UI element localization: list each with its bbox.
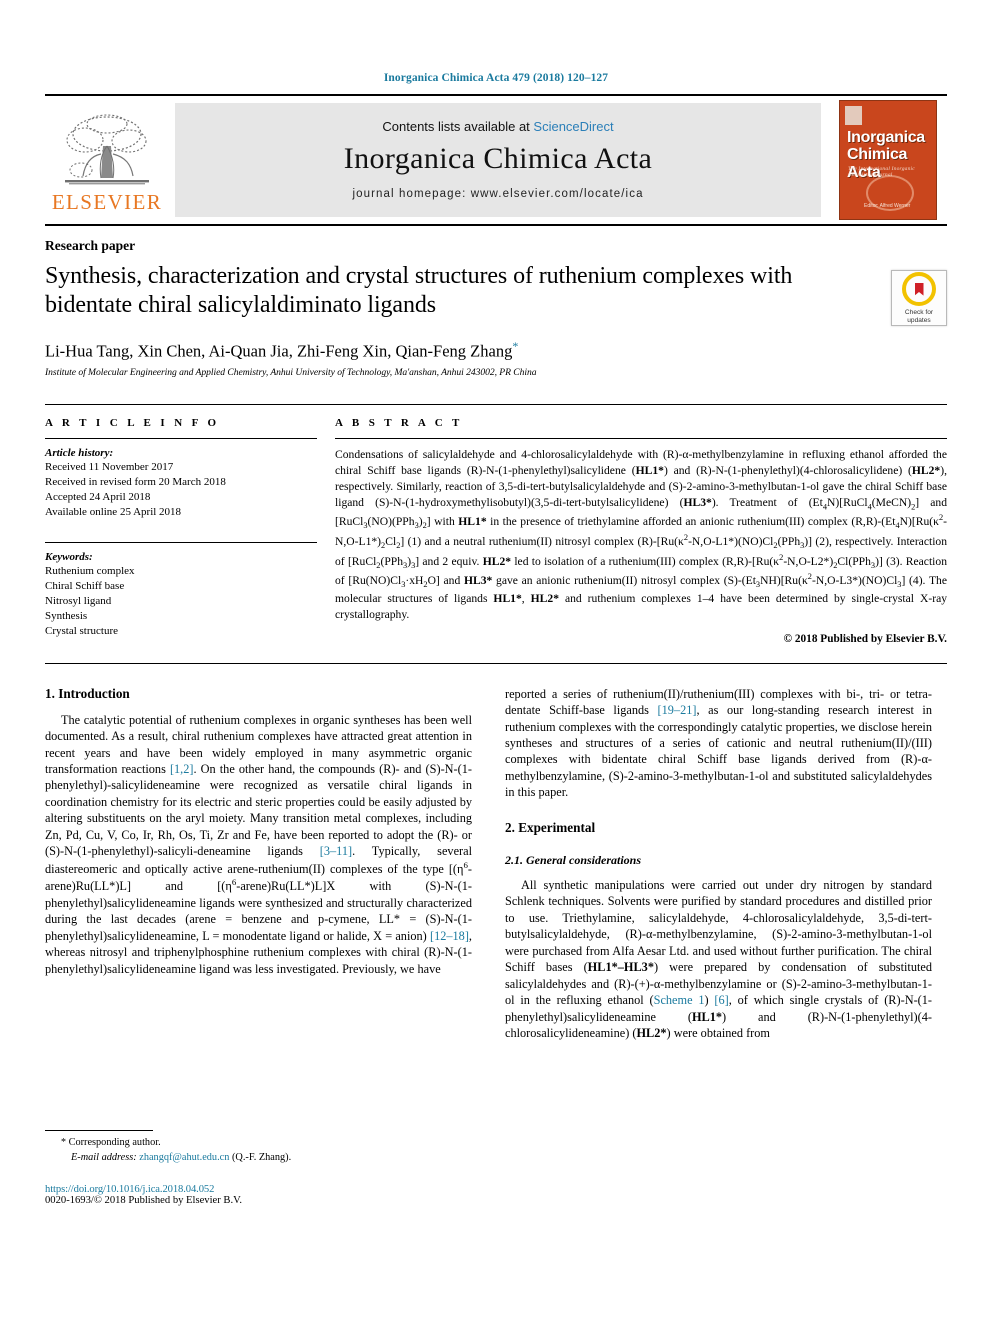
author-list: Li-Hua Tang, Xin Chen, Ai-Quan Jia, Zhi-…	[45, 339, 877, 362]
corresponding-author-note: * Corresponding author.	[45, 1136, 472, 1151]
cover-title-line1: Inorganica	[847, 129, 925, 146]
journal-homepage-link[interactable]: journal homepage: www.elsevier.com/locat…	[352, 188, 643, 200]
corresponding-author-label: Corresponding author.	[68, 1137, 161, 1149]
contents-available-line: Contents lists available at ScienceDirec…	[382, 119, 613, 134]
journal-masthead: ELSEVIER Contents lists available at Sci…	[45, 94, 947, 226]
abstract-heading: A B S T R A C T	[335, 417, 463, 430]
journal-cover-block: Inorganica Chimica Acta The Internationa…	[829, 96, 947, 224]
article-page: Inorganica Chimica Acta 479 (2018) 120–1…	[0, 0, 992, 1323]
publisher-logo-block: ELSEVIER	[45, 96, 169, 224]
contents-prefix: Contents lists available at	[382, 118, 534, 134]
body-column-right: reported a series of ruthenium(II)/ruthe…	[505, 686, 932, 1206]
page-title: Synthesis, characterization and crystal …	[45, 263, 793, 319]
keyword-item: Synthesis	[45, 609, 88, 622]
crossmark-badge[interactable]: Check for updates	[891, 270, 947, 326]
cover-footer-text: Editor: Alfred Werner	[864, 203, 911, 209]
crossmark-label: Check for updates	[905, 309, 933, 324]
abstract-divider	[335, 438, 947, 440]
history-item: Received 11 November 2017	[45, 461, 174, 474]
keywords-divider	[45, 541, 317, 543]
article-info-column: A R T I C L E I N F O Article history: R…	[45, 417, 335, 645]
article-history-label: Article history:	[45, 447, 114, 460]
issn-copyright-line: 0020-1693/© 2018 Published by Elsevier B…	[45, 1194, 243, 1206]
history-item: Available online 25 April 2018	[45, 505, 182, 518]
title-block: Synthesis, characterization and crystal …	[45, 254, 891, 378]
abstract-column: A B S T R A C T Condensations of salicyl…	[335, 417, 947, 645]
abstract-text: Condensations of salicylaldehyde and 4-c…	[335, 448, 948, 621]
keyword-item: Ruthenium complex	[45, 564, 135, 577]
author-names: Li-Hua Tang, Xin Chen, Ai-Quan Jia, Zhi-…	[45, 341, 513, 361]
email-owner: (Q.-F. Zhang).	[231, 1151, 292, 1163]
sciencedirect-link[interactable]: ScienceDirect	[533, 119, 613, 134]
cover-publisher-icon	[845, 106, 862, 125]
info-divider	[45, 438, 317, 440]
affiliation: Institute of Molecular Engineering and A…	[45, 367, 537, 379]
section-heading-experimental: 2. Experimental	[505, 819, 596, 835]
masthead-center: Contents lists available at ScienceDirec…	[175, 103, 821, 217]
elsevier-wordmark: ELSEVIER	[51, 189, 163, 214]
crossmark-icon	[902, 272, 936, 307]
intro-paragraph-1: The catalytic potential of ruthenium com…	[45, 712, 472, 976]
article-info-heading: A R T I C L E I N F O	[45, 417, 220, 430]
abstract-copyright: © 2018 Published by Elsevier B.V.	[783, 632, 947, 645]
body-column-left: 1. Introduction The catalytic potential …	[45, 686, 472, 1206]
info-abstract-section: A R T I C L E I N F O Article history: R…	[45, 404, 947, 645]
body-divider	[45, 662, 947, 664]
footnote-marker: *	[61, 1137, 66, 1149]
subsection-heading-general-considerations: 2.1. General considerations	[505, 852, 642, 867]
crossmark-label-line1: Check for	[904, 309, 934, 317]
crossmark-label-line2: updates	[907, 316, 931, 324]
history-item: Accepted 24 April 2018	[45, 490, 151, 503]
article-type: Research paper	[45, 238, 136, 253]
doi-link[interactable]: https://doi.org/10.1016/j.ica.2018.04.05…	[45, 1184, 472, 1195]
intro-paragraph-2: reported a series of ruthenium(II)/ruthe…	[505, 686, 933, 800]
email-label: E-mail address:	[71, 1151, 137, 1163]
history-item: Received in revised form 20 March 2018	[45, 475, 226, 488]
journal-cover-thumbnail[interactable]: Inorganica Chimica Acta The Internationa…	[839, 100, 937, 220]
corresponding-author-marker: *	[512, 338, 519, 353]
email-note: E-mail address: zhangqf@ahut.edu.cn (Q.-…	[45, 1151, 472, 1166]
section-heading-introduction: 1. Introduction	[45, 685, 130, 701]
body-columns: 1. Introduction The catalytic potential …	[45, 686, 947, 1206]
keywords-block: Keywords: Ruthenium complex Chiral Schif…	[45, 541, 317, 639]
journal-title: Inorganica Chimica Acta	[343, 141, 653, 175]
elsevier-tree-icon	[65, 113, 149, 184]
keywords-label: Keywords:	[45, 550, 93, 563]
keyword-item: Chiral Schiff base	[45, 579, 125, 592]
keyword-item: Nitrosyl ligand	[45, 594, 112, 607]
footnote-rule	[45, 1130, 153, 1132]
experimental-paragraph-1: All synthetic manipulations were carried…	[505, 877, 933, 1041]
doi-block: https://doi.org/10.1016/j.ica.2018.04.05…	[45, 1184, 472, 1206]
email-link[interactable]: zhangqf@ahut.edu.cn	[139, 1152, 229, 1163]
footnote-block: * Corresponding author. E-mail address: …	[45, 1130, 472, 1206]
keyword-item: Crystal structure	[45, 624, 119, 637]
title-row: Synthesis, characterization and crystal …	[45, 254, 947, 378]
running-head: Inorganica Chimica Acta 479 (2018) 120–1…	[383, 72, 609, 84]
